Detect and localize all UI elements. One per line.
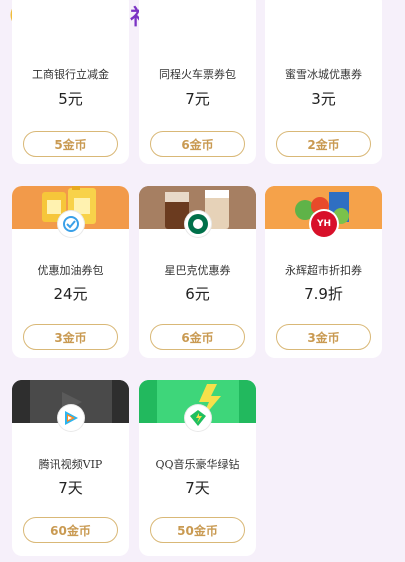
item-value: 7天 — [58, 479, 83, 497]
item-value: 24元 — [53, 285, 88, 303]
item-name: 腾讯视频VIP — [38, 458, 103, 471]
reward-card-tencent-video[interactable]: 腾讯视频VIP 7天 60金币 — [12, 380, 129, 556]
item-value: 7.9折 — [304, 285, 343, 303]
redeem-button[interactable]: 3金币 — [23, 324, 118, 350]
redeem-button[interactable]: 5金币 — [23, 131, 118, 157]
item-name: 优惠加油券包 — [37, 264, 104, 277]
redeem-button[interactable]: 3金币 — [276, 324, 371, 350]
item-value: 6元 — [185, 285, 210, 303]
tencent-video-logo-icon — [58, 405, 84, 431]
reward-card-mixue[interactable]: 蜜雪冰城优惠券 3元 2金币 — [265, 0, 382, 164]
yonghui-logo-text: YH — [316, 219, 332, 229]
item-name: 蜜雪冰城优惠券 — [285, 68, 362, 81]
starbucks-logo-icon — [185, 211, 211, 237]
redeem-button[interactable]: 50金币 — [150, 517, 245, 543]
reward-card-fuel[interactable]: 优惠加油券包 24元 3金币 — [12, 186, 129, 358]
reward-card-yonghui[interactable]: YH 永辉超市折扣券 7.9折 3金币 — [265, 186, 382, 358]
item-name: QQ音乐豪华绿钻 — [155, 458, 240, 471]
item-value: 3元 — [311, 90, 336, 108]
reward-card-starbucks[interactable]: 星巴克优惠券 6元 6金币 — [139, 186, 256, 358]
item-value: 7元 — [185, 90, 210, 108]
item-value: 5元 — [58, 90, 83, 108]
item-name: 工商银行立减金 — [32, 68, 109, 81]
redeem-button[interactable]: 6金币 — [150, 131, 245, 157]
reward-card-tongcheng[interactable]: 同程火车票券包 7元 6金币 — [139, 0, 256, 164]
item-name: 永辉超市折扣券 — [285, 264, 362, 277]
green-diamond-logo-icon — [185, 405, 211, 431]
redeem-button[interactable]: 2金币 — [276, 131, 371, 157]
reward-card-qq-music[interactable]: QQ音乐豪华绿钻 7天 50金币 — [139, 380, 256, 556]
reward-card-icbc[interactable]: 工商银行立减金 5元 5金币 — [12, 0, 129, 164]
fuel-logo-icon — [58, 211, 84, 237]
item-name: 星巴克优惠券 — [164, 264, 231, 277]
item-name: 同程火车票券包 — [159, 68, 236, 81]
redeem-button[interactable]: 60金币 — [23, 517, 118, 543]
yonghui-logo-icon: YH — [311, 211, 337, 237]
item-value: 7天 — [185, 479, 210, 497]
redeem-button[interactable]: 6金币 — [150, 324, 245, 350]
